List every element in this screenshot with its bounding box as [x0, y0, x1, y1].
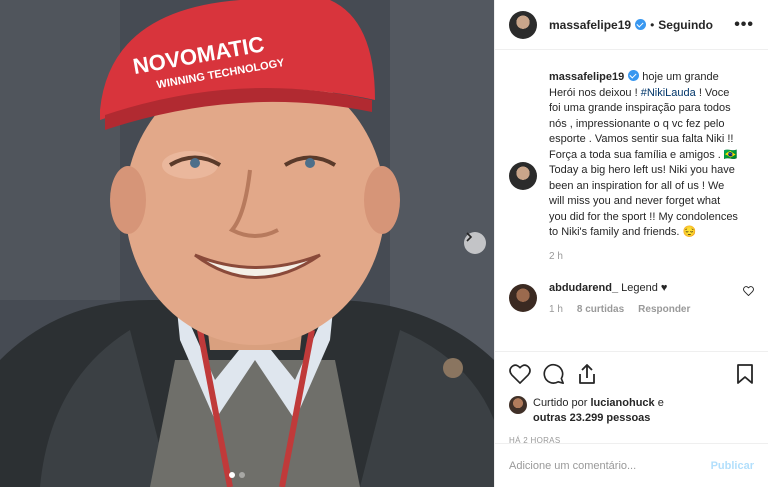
photo-illustration: NOVOMATIC WINNING TECHNOLOGY [0, 0, 494, 487]
carousel-dot [239, 472, 245, 478]
more-options-icon[interactable]: ••• [734, 16, 754, 34]
like-button[interactable] [509, 364, 531, 384]
carousel-dot [229, 472, 235, 478]
follow-status-button[interactable]: Seguindo [658, 18, 713, 32]
caption: massafelipe19 hoje um grande Herói nos d… [509, 70, 754, 264]
next-arrow-icon [466, 232, 473, 242]
caption-body: massafelipe19 hoje um grande Herói nos d… [549, 70, 739, 264]
carousel-dots [229, 472, 245, 478]
comments-section: massafelipe19 hoje um grande Herói nos d… [509, 70, 754, 315]
next-photo-button[interactable] [464, 232, 486, 254]
comment-item: abdudarend_ Legend ♥ 1 h 8 curtidas Resp… [509, 282, 754, 315]
share-icon [579, 364, 595, 384]
caption-time: 2 h [549, 250, 563, 262]
liker-avatar [509, 396, 527, 414]
comment-likes-link[interactable]: 8 curtidas [577, 304, 624, 315]
comment-time: 1 h [549, 304, 563, 315]
comment-meta: 1 h 8 curtidas Responder [549, 304, 743, 315]
verified-badge-icon [635, 19, 647, 30]
comment-button[interactable] [543, 363, 565, 385]
post-actions: Curtido por lucianohuck e outras 23.299 … [495, 351, 768, 445]
caption-hashtag-link[interactable]: #NikiLauda [641, 87, 696, 99]
verified-badge-icon [628, 70, 640, 81]
save-button[interactable] [736, 363, 754, 385]
author-avatar[interactable] [509, 10, 537, 39]
comment-body: abdudarend_ Legend ♥ 1 h 8 curtidas Resp… [549, 282, 743, 315]
likes-prefix: Curtido por [533, 397, 591, 409]
comment-like-heart-icon[interactable] [743, 286, 754, 296]
add-comment-bar: Publicar [495, 443, 768, 487]
post-photo[interactable]: NOVOMATIC WINNING TECHNOLOGY [0, 0, 494, 487]
action-icons [509, 360, 754, 388]
likes-others-link[interactable]: outras 23.299 pessoas [533, 412, 650, 424]
comment-input[interactable] [509, 459, 711, 472]
caption-avatar[interactable] [509, 162, 537, 190]
likes-middle: e [654, 397, 664, 409]
comment-reply-button[interactable]: Responder [638, 304, 690, 315]
comment-text: Legend ♥ [618, 282, 668, 294]
caption-username[interactable]: massafelipe19 [549, 71, 624, 83]
publish-button[interactable]: Publicar [711, 460, 754, 472]
post-header: massafelipe19 • Seguindo ••• [495, 0, 768, 50]
header-separator: • [650, 17, 655, 32]
liker-username[interactable]: lucianohuck [590, 397, 654, 409]
commenter-username[interactable]: abdudarend_ [549, 282, 618, 294]
post-panel: massafelipe19 • Seguindo ••• massafelipe… [494, 0, 768, 487]
likes-summary: Curtido por lucianohuck e outras 23.299 … [509, 396, 754, 426]
bookmark-icon [737, 364, 753, 384]
comment-icon [543, 363, 564, 384]
share-button[interactable] [577, 363, 597, 385]
caption-text-after: ! Voce foi uma grande inspiração para to… [549, 86, 738, 239]
heart-icon [509, 364, 531, 384]
commenter-avatar[interactable] [509, 284, 537, 312]
author-username[interactable]: massafelipe19 [549, 18, 631, 32]
